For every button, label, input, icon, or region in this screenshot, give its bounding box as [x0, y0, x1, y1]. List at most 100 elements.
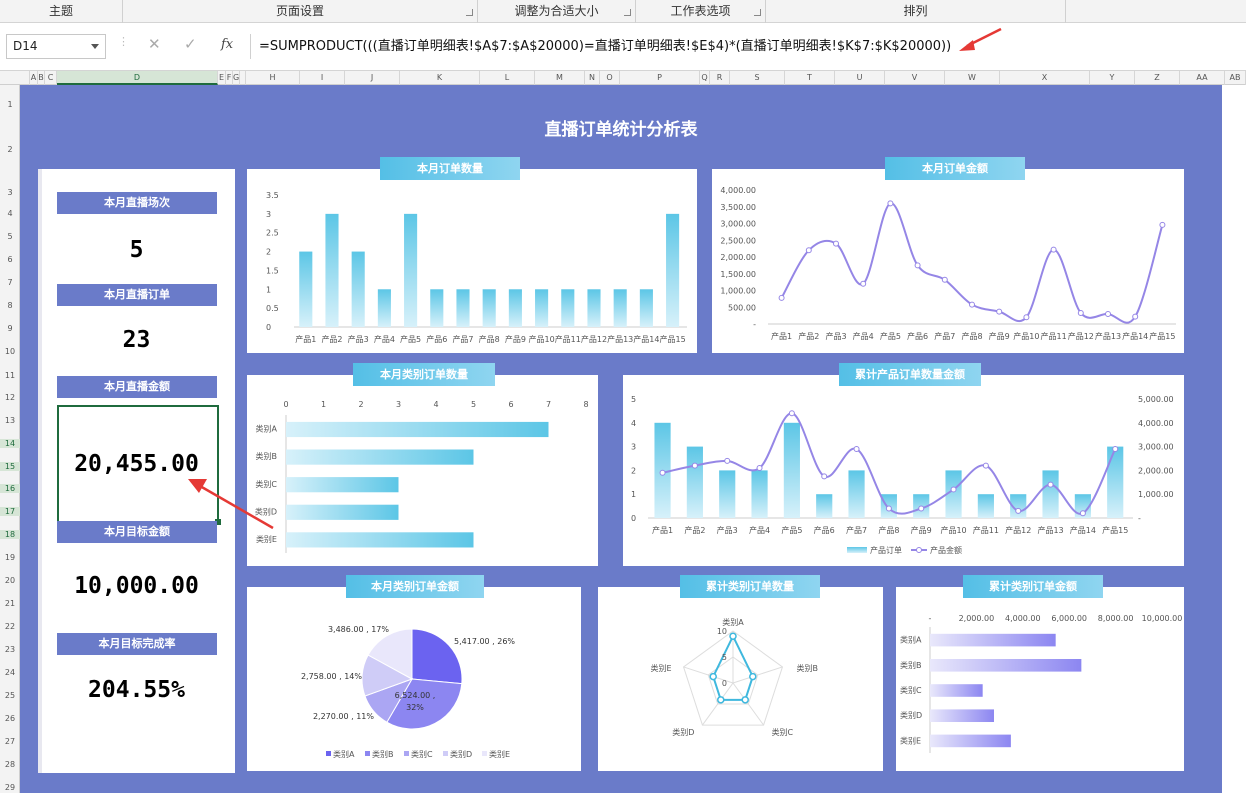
bar	[783, 422, 800, 518]
row-header[interactable]: 26	[0, 714, 20, 723]
column-header[interactable]: V	[885, 71, 945, 85]
column-header[interactable]: T	[785, 71, 835, 85]
column-header[interactable]: K	[400, 71, 480, 85]
column-header[interactable]: R	[710, 71, 730, 85]
column-header[interactable]: G	[233, 71, 240, 85]
row-header[interactable]: 23	[0, 645, 20, 654]
legend-swatch	[482, 751, 487, 756]
row-header[interactable]: 16	[0, 484, 20, 493]
chart-monthly-category-amount[interactable]: 本月类别订单金额 5,417.00 , 26% 6,524.00 , 32% 2,27…	[247, 575, 581, 771]
column-header[interactable]: H	[246, 71, 300, 85]
column-header[interactable]: AB	[1225, 71, 1246, 85]
row-header[interactable]: 5	[0, 232, 20, 241]
row-header[interactable]: 17	[0, 507, 20, 516]
legend-swatch	[443, 751, 448, 756]
row-header[interactable]: 24	[0, 668, 20, 677]
row-header[interactable]: 14	[0, 439, 20, 448]
row-header[interactable]: 25	[0, 691, 20, 700]
dialog-launcher-icon[interactable]	[466, 9, 473, 16]
kpi-label: 本月直播金额	[57, 376, 217, 398]
chart-cumulative-product[interactable]: 累计产品订单数量金额 0 1 2 3 4 5 - 1,000.00 2,000.00 3,000.…	[623, 363, 1184, 566]
chart-title: 累计类别订单数量	[680, 575, 820, 598]
bar	[286, 477, 399, 493]
row-header[interactable]: 13	[0, 416, 20, 425]
dialog-launcher-icon[interactable]	[754, 9, 761, 16]
y-tick-label: 1	[266, 285, 271, 294]
chart-svg: 0 0.5 1 1.5 2 2.5 3 3.5 产品1 产品2 产品3 产品4 产品5 产品6 产品7 产品8…	[266, 191, 687, 344]
ribbon-group-arrange[interactable]: 排列	[766, 0, 1066, 23]
column-header[interactable]: D	[57, 71, 218, 85]
column-header[interactable]: Q	[700, 71, 710, 85]
column-header[interactable]: AA	[1180, 71, 1225, 85]
column-header[interactable]: S	[730, 71, 785, 85]
row-header[interactable]: 1	[0, 100, 20, 109]
bar	[1107, 446, 1124, 518]
cancel-icon[interactable]: ✕	[148, 35, 161, 53]
row-header[interactable]: 12	[0, 393, 20, 402]
column-header[interactable]: A	[30, 71, 38, 85]
row-header[interactable]: 2	[0, 145, 20, 154]
x-tick-label: 产品4	[749, 525, 770, 535]
insert-function-icon[interactable]: fx	[221, 37, 233, 52]
column-header[interactable]: P	[620, 71, 700, 85]
row-header[interactable]: 22	[0, 622, 20, 631]
row-header[interactable]: 29	[0, 783, 20, 792]
chart-monthly-order-amount[interactable]: 本月订单金额 - 500.00 1,000.00 1,500.00 2,000.00 2,…	[712, 157, 1184, 353]
bar	[613, 289, 627, 327]
x-tick-label: 产品2	[321, 334, 342, 344]
chart-cumulative-category-count[interactable]: 累计类别订单数量 0 5 10 类别A 类别B 类别C 类别D 类别E	[598, 575, 883, 771]
column-header[interactable]: I	[300, 71, 345, 85]
ribbon-group-theme[interactable]: 主题	[0, 0, 123, 23]
column-header[interactable]: Y	[1090, 71, 1135, 85]
ribbon-group-sheet-options[interactable]: 工作表选项	[636, 0, 766, 23]
chart-monthly-order-count[interactable]: 本月订单数量 0 0.5 1 1.5 2 2.5 3 3.5 产品1 产品2 产品3 产品4 产品5 产品…	[247, 157, 697, 353]
enter-icon[interactable]: ✓	[184, 35, 197, 53]
column-header[interactable]: W	[945, 71, 1000, 85]
x-tick-label: 产品2	[798, 331, 819, 341]
chart-monthly-category-count[interactable]: 本月类别订单数量 0 1 2 3 4 5 6 7 8 类别A 类别B 类别C 类别D 类别E	[247, 363, 598, 566]
column-header[interactable]: F	[226, 71, 233, 85]
column-header[interactable]: N	[585, 71, 600, 85]
x-tick-label: 产品3	[717, 525, 738, 535]
chart-cumulative-category-amount[interactable]: 累计类别订单金额 - 2,000.00 4,000.00 6,000.00 8,000.…	[896, 575, 1184, 771]
row-header[interactable]: 15	[0, 462, 20, 471]
data-point	[918, 505, 925, 512]
row-header[interactable]: 19	[0, 553, 20, 562]
bar	[930, 709, 994, 723]
row-header[interactable]: 10	[0, 347, 20, 356]
ribbon-group-page-setup[interactable]: 页面设置	[123, 0, 478, 23]
y-tick-label: 4,000.00	[720, 186, 756, 195]
column-header[interactable]: Z	[1135, 71, 1180, 85]
ribbon-group-scale-to-fit[interactable]: 调整为合适大小	[478, 0, 636, 23]
row-header[interactable]: 18	[0, 530, 20, 539]
row-header[interactable]: 28	[0, 760, 20, 769]
row-header[interactable]: 3	[0, 188, 20, 197]
formula-input[interactable]: =SUMPRODUCT(((直播订单明细表!$A$7:$A$20000)=直播订…	[250, 34, 1246, 59]
row-header[interactable]: 4	[0, 209, 20, 218]
column-header[interactable]: L	[480, 71, 535, 85]
column-header[interactable]: B	[38, 71, 45, 85]
dialog-launcher-icon[interactable]	[624, 9, 631, 16]
y2-tick-label: -	[1138, 514, 1141, 523]
row-header[interactable]: 20	[0, 576, 20, 585]
row-header[interactable]: 6	[0, 255, 20, 264]
row-header[interactable]: 11	[0, 371, 20, 380]
column-header[interactable]: M	[535, 71, 585, 85]
column-header[interactable]: U	[835, 71, 885, 85]
bar	[686, 446, 703, 518]
chevron-down-icon[interactable]	[91, 44, 99, 49]
column-header[interactable]: O	[600, 71, 620, 85]
row-header[interactable]: 9	[0, 324, 20, 333]
row-header[interactable]: 7	[0, 278, 20, 287]
x-tick-label: 产品6	[907, 331, 928, 341]
row-header[interactable]: 27	[0, 737, 20, 746]
y2-tick-label: 3,000.00	[1138, 443, 1174, 452]
column-header[interactable]: E	[218, 71, 226, 85]
column-header[interactable]: J	[345, 71, 400, 85]
row-header[interactable]: 21	[0, 599, 20, 608]
column-header[interactable]: C	[45, 71, 57, 85]
column-header[interactable]: X	[1000, 71, 1090, 85]
column-header[interactable]	[0, 71, 30, 85]
name-box[interactable]: D14	[6, 34, 106, 59]
row-header[interactable]: 8	[0, 301, 20, 310]
